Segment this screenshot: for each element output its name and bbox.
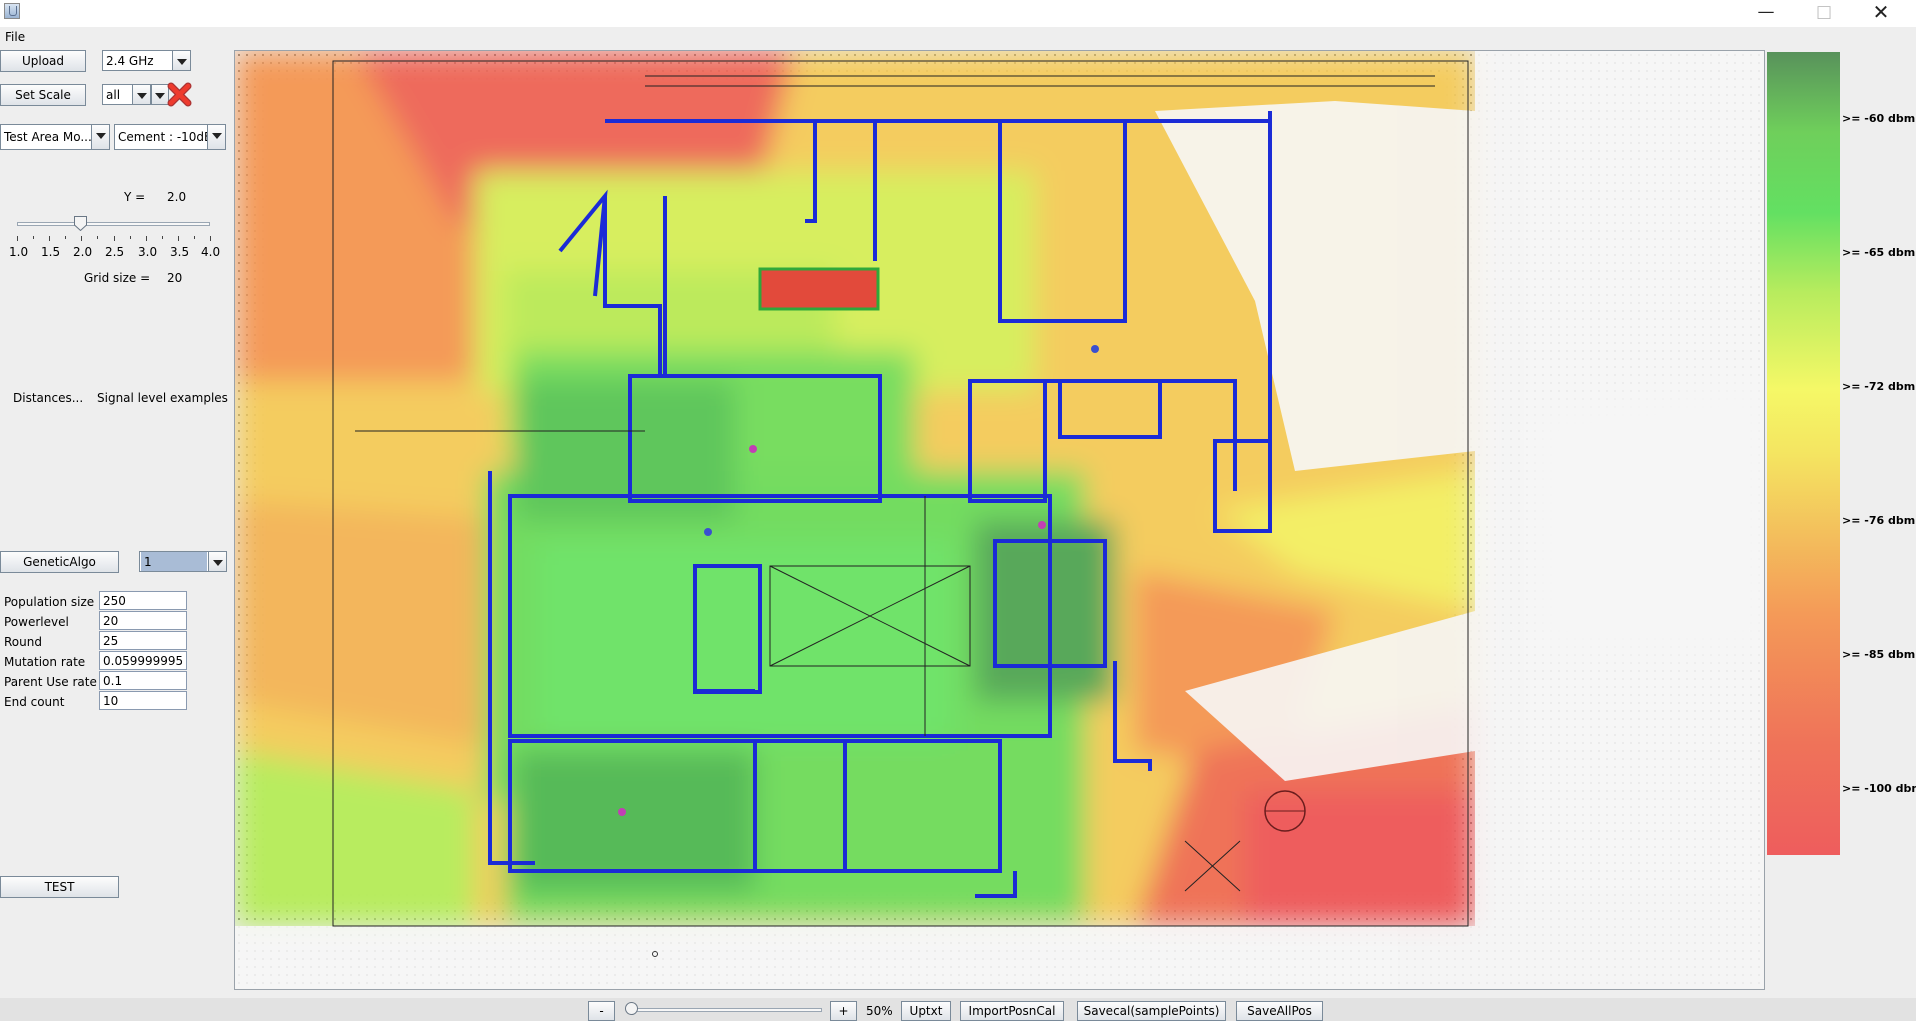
heatmap-canvas[interactable] [234,50,1765,990]
y-value: 2.0 [167,190,187,204]
tick-label: 1.5 [41,245,61,259]
test-area-select[interactable]: Test Area Mo... [0,124,110,150]
genetic-algo-button[interactable]: GeneticAlgo [0,551,119,573]
legend-label: >= -100 dbm [1842,782,1916,795]
y-label: Y = [124,190,146,204]
maximize-button[interactable]: □ [1801,0,1847,27]
tick-label: 4.0 [201,245,221,259]
upload-button[interactable]: Upload [0,50,86,72]
param-label: Mutation rate [4,655,86,669]
material-select[interactable]: Cement : -10dB [114,124,226,150]
end-count-field[interactable] [99,691,187,710]
bottom-toolbar: - + 50% Uptxt ImportPosnCal Savecal(samp… [0,998,1916,1021]
legend-label: >= -72 dbm [1842,380,1916,393]
save-all-pos-button[interactable]: SaveAllPos [1236,1001,1323,1021]
chevron-down-icon[interactable] [208,552,226,571]
slider-tick [145,236,147,241]
chevron-down-icon[interactable] [207,125,225,149]
genetic-select-value: 1 [141,552,207,571]
test-button[interactable]: TEST [0,876,119,898]
close-window-button[interactable]: ✕ [1858,0,1904,27]
slider-tick [161,236,163,239]
menu-file[interactable]: File [5,30,25,44]
tick-label: 2.5 [105,245,125,259]
genetic-select[interactable]: 1 [139,551,227,572]
slider-tick [113,236,115,241]
param-label: Parent Use rate [4,675,97,689]
slider-tick [33,236,35,239]
title-bar: — □ ✕ [0,0,1916,27]
slider-tick [210,236,211,241]
set-scale-button[interactable]: Set Scale [0,84,86,106]
round-field[interactable] [99,631,187,650]
y-slider-track[interactable] [17,222,210,226]
scale-filter-value: all [106,88,121,102]
param-label: Population size [4,595,95,609]
slider-tick [193,236,195,239]
legend-label: >= -76 dbm [1842,514,1916,527]
param-label: Round [4,635,42,649]
powerlevel-field[interactable] [99,611,187,630]
grid-size-value: 20 [167,271,183,285]
import-posn-cal-button[interactable]: ImportPosnCal [960,1001,1064,1021]
legend-label: >= -85 dbm [1842,648,1916,661]
distances-link[interactable]: Distances... [13,391,83,405]
parent-use-rate-field[interactable] [99,671,187,690]
band-select-value: 2.4 GHz [106,54,154,68]
delete-icon[interactable] [167,82,192,107]
zoom-out-button[interactable]: - [588,1001,615,1021]
chevron-down-icon [155,93,165,99]
grid-size-label: Grid size = [84,271,151,285]
chevron-down-icon[interactable] [132,85,150,104]
y-slider-ticks [17,236,211,241]
y-slider-thumb[interactable] [74,216,87,231]
param-label: Powerlevel [4,615,69,629]
param-label: End count [4,695,65,709]
floorplan-heatmap[interactable] [235,51,1765,990]
chevron-down-icon[interactable] [91,125,109,149]
java-cup-icon [4,3,20,19]
table-highlight [758,267,880,311]
tick-label: 1.0 [9,245,29,259]
slider-tick [49,236,51,241]
mutation-rate-field[interactable] [99,651,187,670]
tick-label: 2.0 [73,245,93,259]
chevron-down-icon[interactable] [172,51,190,70]
signal-legend [1767,52,1840,855]
zoom-in-button[interactable]: + [830,1001,857,1021]
slider-tick [97,236,99,239]
slider-tick [129,236,131,239]
slider-tick [17,236,18,241]
scale-filter-select[interactable]: all [102,84,151,105]
uptxt-button[interactable]: Uptxt [901,1001,951,1021]
tick-label: 3.0 [138,245,158,259]
zoom-slider[interactable] [627,1008,822,1012]
savecal-button[interactable]: Savecal(samplePoints) [1077,1001,1226,1021]
minimize-button[interactable]: — [1743,0,1789,27]
signal-examples-link[interactable]: Signal level examples [97,391,228,405]
zoom-level: 50% [866,1004,893,1018]
slider-tick [177,236,179,241]
legend-label: >= -65 dbm [1842,246,1916,259]
slider-tick [81,236,83,241]
zoom-slider-thumb[interactable] [625,1002,638,1015]
test-area-value: Test Area Mo... [4,130,92,144]
slider-tick [65,236,67,239]
band-select[interactable]: 2.4 GHz [102,50,191,71]
legend-label: >= -60 dbm [1842,112,1916,125]
material-value: Cement : -10dB [118,130,213,144]
population-size-field[interactable] [99,591,187,610]
tick-label: 3.5 [170,245,190,259]
